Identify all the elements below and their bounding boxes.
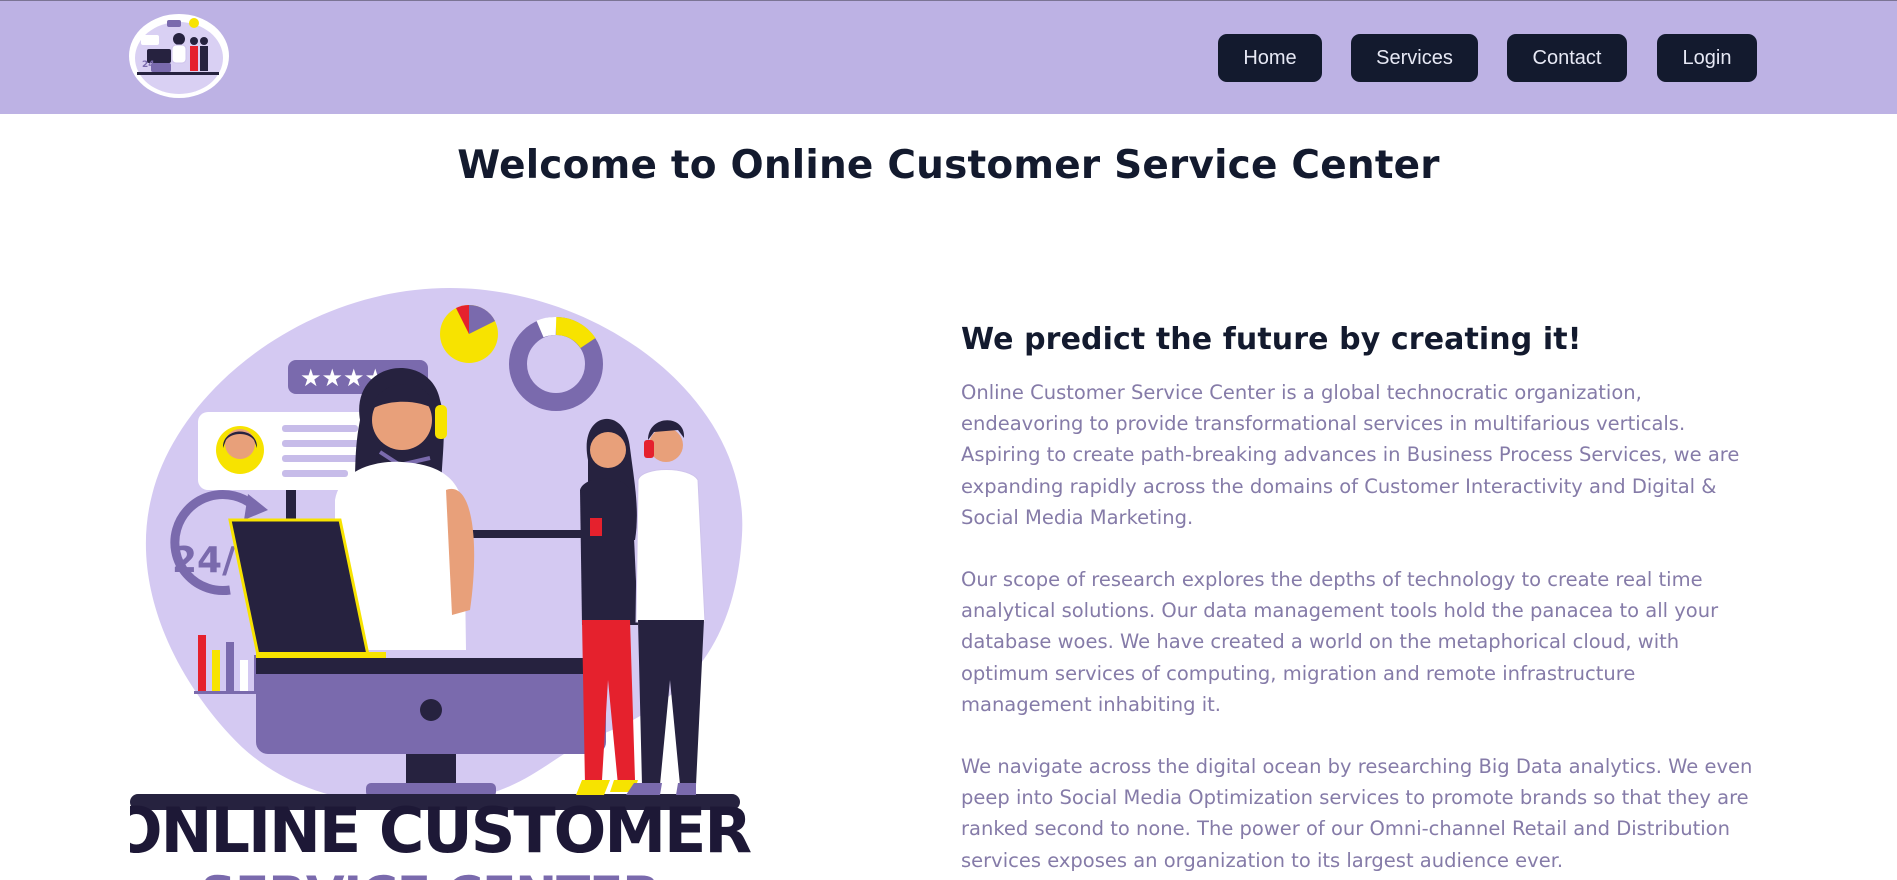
nav-services-button[interactable]: Services [1351,34,1478,82]
about-paragraph-2: Our scope of research explores the depth… [961,568,1719,716]
about-paragraph-3: We navigate across the digital ocean by … [961,755,1753,872]
about-heading: We predict the future by creating it! [961,322,1582,357]
nav-home-button[interactable]: Home [1218,34,1322,82]
pie-chart-icon [440,304,498,363]
about-section: We predict the future by creating it! On… [961,322,1761,880]
hero-caption-line2: SERVICE CENTER [200,866,660,880]
about-paragraph-1: Online Customer Service Center is a glob… [961,381,1740,529]
page-title: Welcome to Online Customer Service Cente… [457,143,1440,188]
nav-login-button[interactable]: Login [1657,34,1757,82]
top-navbar: 24 Home Services Contact Login [0,0,1897,114]
nav-contact-button[interactable]: Contact [1507,34,1627,82]
customer-service-logo[interactable]: 24 [127,14,231,102]
hero-caption-line1: ONLINE CUSTOMER [130,794,751,867]
customer-service-illustration: ★★★★★ 24/7 ONLINE CUSTOMER [130,288,753,880]
svg-text:24: 24 [142,60,155,70]
